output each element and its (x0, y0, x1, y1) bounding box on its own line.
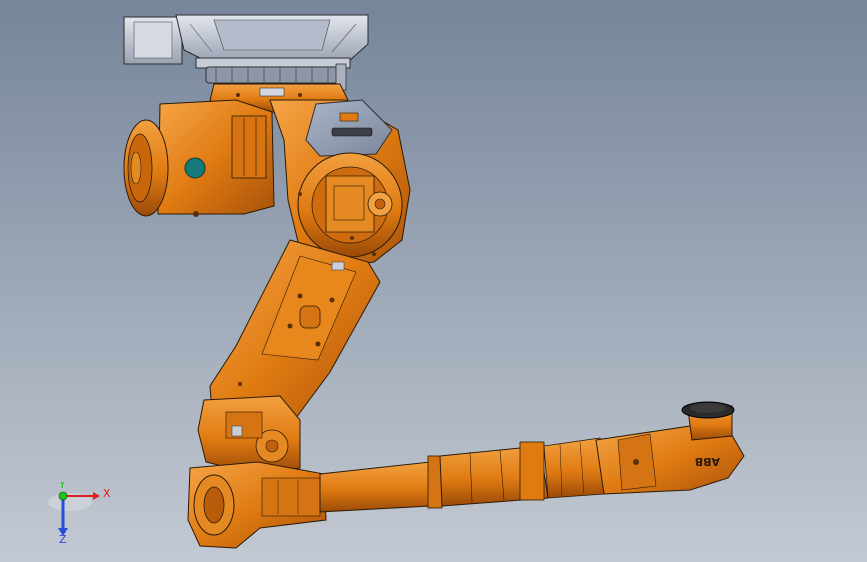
robot-base[interactable] (123, 14, 369, 91)
elbow-joint[interactable] (187, 395, 327, 549)
base-housing-detail (213, 19, 331, 51)
base-side-box-panel (133, 21, 173, 59)
triad-y-axis-origin (58, 491, 68, 501)
robot-arm-model[interactable]: ABB (0, 0, 867, 562)
triad-x-arrow (93, 492, 100, 500)
orientation-triad[interactable]: X Y Z (44, 482, 116, 544)
base-bearing-ring (205, 66, 341, 84)
triad-z-label: Z (59, 533, 67, 544)
triad-x-label: X (103, 487, 111, 500)
axis2-motor[interactable] (123, 99, 275, 217)
motor-cable-connector (184, 157, 206, 179)
upper-arm-tube (319, 461, 431, 513)
wrist-assembly[interactable]: ABB (595, 401, 745, 495)
brand-logo-text: ABB (695, 455, 720, 468)
upper-arm[interactable] (319, 437, 605, 513)
triad-y-label: Y (58, 482, 66, 491)
graphics-viewport[interactable]: ABB X Y Z (0, 0, 867, 562)
